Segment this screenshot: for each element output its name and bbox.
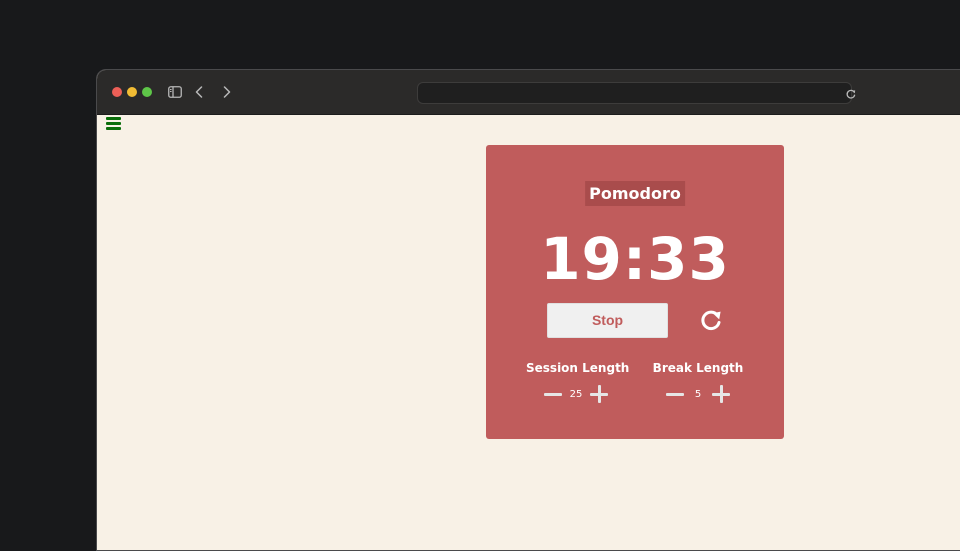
session-length-value: 25 <box>569 388 583 400</box>
page-content: Pomodoro 19:33 Stop Session Length 25 Br… <box>97 115 960 550</box>
break-increment-button[interactable] <box>711 384 731 404</box>
session-increment-button[interactable] <box>589 384 609 404</box>
break-decrement-button[interactable] <box>665 384 685 404</box>
break-length-label: Break Length <box>652 361 744 375</box>
hamburger-menu-icon[interactable] <box>106 117 121 130</box>
timer-display: 19:33 <box>540 225 730 293</box>
minus-icon <box>666 392 684 396</box>
session-decrement-button[interactable] <box>543 384 563 404</box>
stop-button[interactable]: Stop <box>547 303 668 338</box>
break-length-stepper: 5 <box>648 384 748 404</box>
pomodoro-card: Pomodoro 19:33 Stop Session Length 25 Br… <box>486 145 784 439</box>
break-length-value: 5 <box>694 388 702 400</box>
close-window-button[interactable] <box>112 87 122 97</box>
break-length-control: Break Length 5 <box>648 361 748 404</box>
minus-icon <box>544 392 562 396</box>
chevron-left-icon[interactable] <box>193 83 205 101</box>
app-title: Pomodoro <box>585 181 685 206</box>
browser-toolbar <box>97 70 960 115</box>
session-length-control: Session Length 25 <box>526 361 630 404</box>
browser-window: Pomodoro 19:33 Stop Session Length 25 Br… <box>96 69 960 551</box>
maximize-window-button[interactable] <box>142 87 152 97</box>
reload-icon[interactable] <box>835 87 856 99</box>
minimize-window-button[interactable] <box>127 87 137 97</box>
sidebar-toggle-icon[interactable] <box>167 83 183 101</box>
session-length-label: Session Length <box>526 361 630 375</box>
reset-icon[interactable] <box>698 307 724 333</box>
session-length-stepper: 25 <box>526 384 626 404</box>
address-bar[interactable] <box>417 82 856 104</box>
chevron-right-icon[interactable] <box>221 83 233 101</box>
